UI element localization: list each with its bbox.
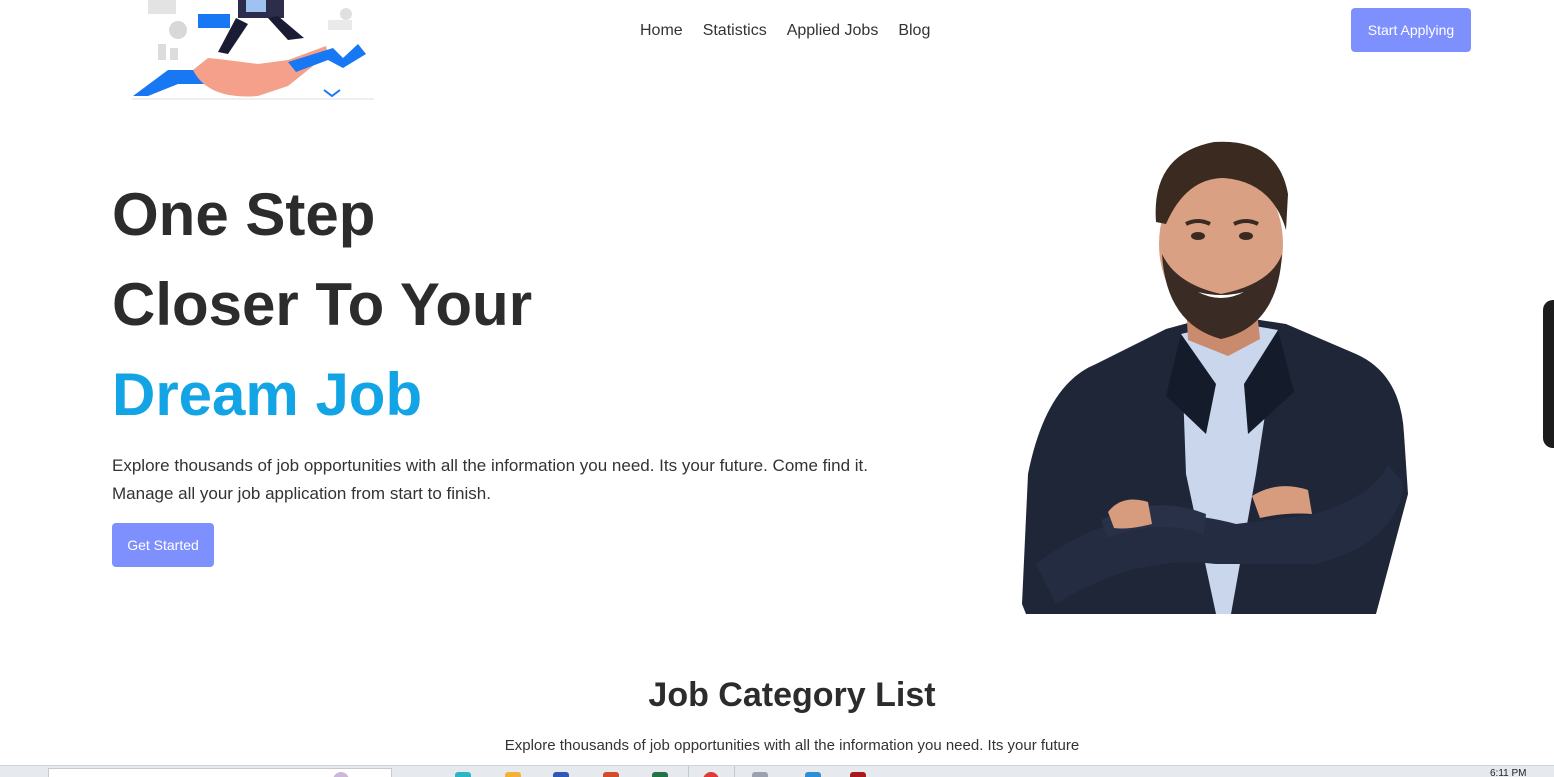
floating-side-tab[interactable] bbox=[1543, 300, 1554, 448]
hero-title-line-1: One Step bbox=[112, 181, 376, 248]
taskbar-app-icon-7[interactable] bbox=[752, 772, 768, 777]
taskbar-app-icon-3[interactable] bbox=[553, 772, 569, 777]
taskbar-separator bbox=[688, 766, 689, 777]
nav-link-blog[interactable]: Blog bbox=[898, 22, 930, 40]
hero-title-line-2: Closer To Your bbox=[112, 271, 533, 338]
hero-description: Explore thousands of job opportunities w… bbox=[112, 452, 972, 508]
os-taskbar: 6:11 PM bbox=[0, 765, 1554, 777]
hero-title: One Step Closer To Your Dream Job bbox=[112, 170, 532, 440]
taskbar-app-icon-5[interactable] bbox=[652, 772, 668, 777]
taskbar-app-icon-9[interactable] bbox=[850, 772, 866, 777]
nav-link-applied-jobs[interactable]: Applied Jobs bbox=[787, 22, 879, 40]
hero-description-line-1: Explore thousands of job opportunities w… bbox=[112, 456, 868, 475]
nav-link-statistics[interactable]: Statistics bbox=[703, 22, 767, 40]
page: Home Statistics Applied Jobs Blog Start … bbox=[0, 0, 1554, 777]
main-nav: Home Statistics Applied Jobs Blog bbox=[640, 18, 930, 44]
taskbar-app-icon-4[interactable] bbox=[603, 772, 619, 777]
businessman-photo bbox=[1016, 134, 1416, 614]
hero-title-accent: Dream Job bbox=[112, 361, 423, 428]
taskbar-app-icon-8[interactable] bbox=[805, 772, 821, 777]
nav-link-home[interactable]: Home bbox=[640, 22, 683, 40]
taskbar-app-icon-6[interactable] bbox=[703, 772, 719, 777]
taskbar-clock[interactable]: 6:11 PM bbox=[1490, 768, 1527, 777]
get-started-button[interactable]: Get Started bbox=[112, 523, 214, 567]
section-title-job-category: Job Category List bbox=[648, 676, 936, 714]
taskbar-app-icon-2[interactable] bbox=[505, 772, 521, 777]
hero-description-line-2: Manage all your job application from sta… bbox=[112, 484, 491, 503]
career-illustration-logo[interactable] bbox=[128, 0, 378, 104]
taskbar-separator bbox=[734, 766, 735, 777]
start-applying-button[interactable]: Start Applying bbox=[1351, 8, 1471, 52]
taskbar-app-icon-1[interactable] bbox=[455, 772, 471, 777]
section-description: Explore thousands of job opportunities w… bbox=[504, 737, 1080, 754]
